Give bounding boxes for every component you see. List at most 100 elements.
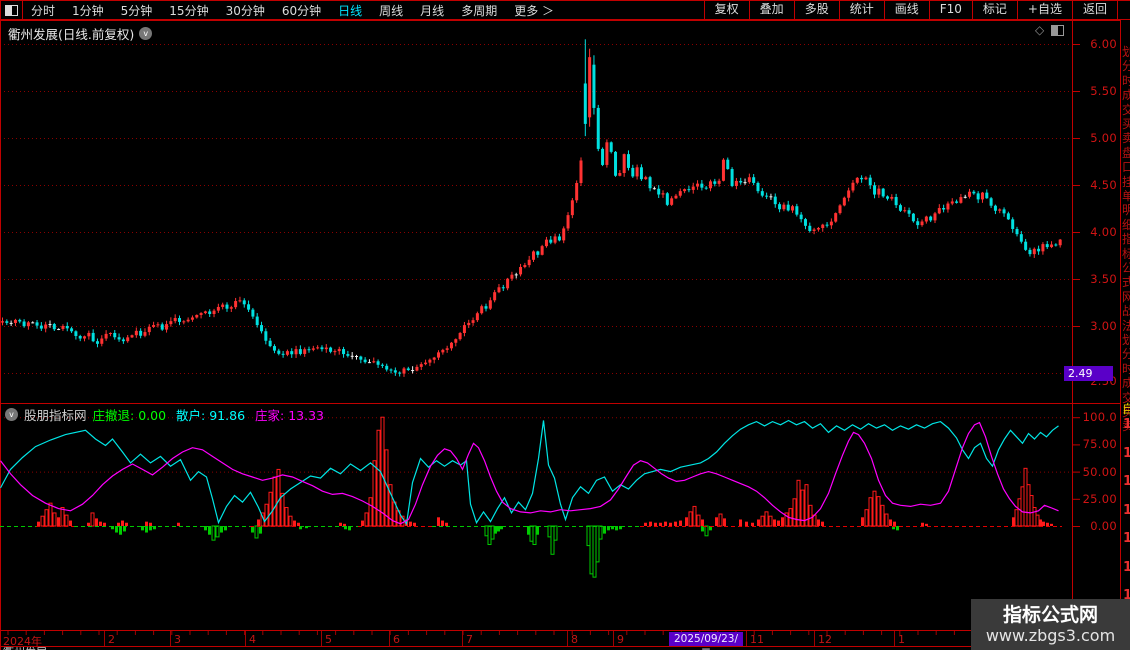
date-axis-marker: 2025/09/23/二 bbox=[669, 632, 743, 650]
diamond-icon[interactable]: ◇ bbox=[1035, 24, 1044, 36]
split-pane-icon bbox=[5, 4, 18, 16]
frame-borders bbox=[0, 0, 1130, 650]
price-tick-5.50: 5.50 bbox=[1090, 84, 1117, 98]
clipped-side-panel-text: 公 bbox=[1122, 261, 1130, 275]
clipped-side-panel-text: 买 bbox=[1122, 117, 1130, 131]
month-label-12: 12 bbox=[818, 633, 832, 646]
tool-button-6[interactable]: F10 bbox=[928, 0, 972, 20]
clipped-side-panel-text: 划 bbox=[1122, 45, 1130, 59]
clipped-side-panel-text: 标 bbox=[1122, 246, 1130, 261]
period-tab-2[interactable]: 1分钟 bbox=[72, 2, 104, 19]
indicator-header: v 股朋指标网 庄撤退: 0.00 散户: 91.86 庄家: 13.33 bbox=[5, 405, 334, 424]
month-label-9: 9 bbox=[617, 633, 624, 646]
clipped-side-panel-number: 1 bbox=[1123, 474, 1130, 489]
indicator-lines bbox=[0, 419, 1059, 526]
price-tick-5.00: 5.00 bbox=[1090, 131, 1117, 145]
price-tick-3.50: 3.50 bbox=[1090, 272, 1117, 286]
month-label-3: 3 bbox=[174, 633, 181, 646]
watermark-url: www.zbgs3.com bbox=[985, 625, 1116, 645]
indicator-legend: 庄撤退: 0.00 散户: 91.86 庄家: 13.33 bbox=[93, 405, 335, 424]
tool-button-7[interactable]: 标记 bbox=[971, 0, 1017, 20]
month-label-7: 7 bbox=[466, 633, 473, 646]
tool-button-5[interactable]: 画线 bbox=[883, 0, 929, 20]
month-label-11: 11 bbox=[750, 633, 764, 646]
indicator-tick-100.0: 100.0 bbox=[1082, 410, 1117, 425]
tool-button-4[interactable]: 统计 bbox=[838, 0, 884, 20]
clipped-side-panel-text: 时 bbox=[1122, 361, 1130, 376]
window-layout-button[interactable] bbox=[0, 0, 23, 20]
indicator-name: 股朋指标网 bbox=[24, 408, 87, 423]
split-pane-icon[interactable] bbox=[1051, 24, 1065, 36]
clipped-side-panel-text: 时 bbox=[1122, 73, 1130, 88]
clipped-side-panel-badge: 自 bbox=[1122, 402, 1130, 416]
clipped-side-panel[interactable]: 划分时成交买卖盘口挂单明细指标公式网战法划分时成交买卖 bbox=[1121, 0, 1130, 650]
tool-button-9[interactable]: 返回 bbox=[1071, 0, 1118, 20]
month-label-1: 1 bbox=[898, 633, 905, 646]
price-tick-3.00: 3.00 bbox=[1090, 319, 1117, 333]
clipped-side-panel-text: 口 bbox=[1122, 160, 1130, 175]
month-label-4: 4 bbox=[249, 633, 256, 646]
period-tab-8[interactable]: 周线 bbox=[379, 2, 403, 19]
clipped-side-panel-number: 1 bbox=[1123, 559, 1130, 575]
price-axis-marker: 2.49 bbox=[1064, 366, 1113, 381]
clipped-side-panel-number: 1 bbox=[1123, 445, 1130, 461]
clipped-side-panel-text: 细 bbox=[1122, 217, 1130, 232]
chart-corner-icons: ◇ bbox=[1035, 24, 1065, 36]
clipped-side-panel-text: 指 bbox=[1122, 232, 1130, 247]
clipped-side-panel-text: 式 bbox=[1122, 275, 1130, 290]
month-label-6: 6 bbox=[393, 633, 400, 646]
chevron-down-icon[interactable]: v bbox=[139, 27, 153, 40]
clipped-side-panel-text: 分 bbox=[1122, 59, 1130, 74]
tool-button-3[interactable]: 多股 bbox=[793, 0, 839, 20]
indicator-histograms bbox=[37, 416, 1053, 578]
clipped-side-panel-text: 明 bbox=[1122, 203, 1130, 218]
clipped-side-panel-text: 战 bbox=[1122, 304, 1130, 319]
indicator-tick-50.00: 50.00 bbox=[1082, 464, 1117, 479]
clipped-side-panel-text: 盘 bbox=[1122, 145, 1130, 160]
clipped-side-panel-text: 挂 bbox=[1122, 174, 1130, 189]
period-tab-4[interactable]: 15分钟 bbox=[169, 2, 208, 19]
indicator-tick-75.00: 75.00 bbox=[1082, 437, 1117, 452]
clipped-side-panel-text: 网 bbox=[1122, 289, 1130, 304]
month-label-5: 5 bbox=[325, 633, 332, 646]
period-tab-7[interactable]: 日线 bbox=[338, 2, 362, 19]
clipped-side-panel-text: 划 bbox=[1122, 333, 1130, 347]
chevron-down-icon[interactable]: v bbox=[5, 408, 18, 421]
legend-item-3: 庄家: 13.33 bbox=[255, 408, 325, 423]
month-label-2: 2 bbox=[108, 633, 115, 646]
stock-app-window: 分时 1分钟 5分钟 15分钟 30分钟 60分钟 日线 周线 月线 多周期 更多 ＞ 复权 叠加 多股… bbox=[0, 0, 1130, 650]
clipped-side-panel-text: 成 bbox=[1122, 376, 1130, 391]
chart-title-row: 衢州发展(日线.前复权) v bbox=[8, 24, 153, 43]
page-title: 衢州发展(日线.前复权) bbox=[8, 27, 135, 42]
tool-button-8[interactable]: +自选 bbox=[1016, 0, 1072, 20]
period-tab-11[interactable]: 更多 ＞ bbox=[514, 2, 554, 19]
clipped-side-panel-text: 卖 bbox=[1122, 131, 1130, 146]
period-tab-1[interactable]: 分时 bbox=[31, 2, 55, 19]
clipped-side-panel-text: 交 bbox=[1122, 102, 1130, 117]
clipped-side-panel-number: 1 bbox=[1123, 417, 1130, 432]
indicator-line-庄家 bbox=[0, 421, 1059, 525]
watermark: 指标公式网 www.zbgs3.com bbox=[971, 599, 1130, 650]
clipped-side-panel-number: 1 bbox=[1123, 531, 1130, 546]
month-label-8: 8 bbox=[571, 633, 578, 646]
period-tab-6[interactable]: 60分钟 bbox=[282, 2, 321, 19]
indicator-line-散户 bbox=[0, 419, 1059, 526]
period-tab-3[interactable]: 5分钟 bbox=[121, 2, 153, 19]
tool-button-1[interactable]: 复权 bbox=[703, 0, 749, 20]
tool-buttons: 复权 叠加 多股 统计 画线 F10 标记 +自选 返回 bbox=[703, 0, 1118, 20]
clipped-side-panel-text: 法 bbox=[1122, 318, 1130, 333]
chart-canvas[interactable] bbox=[0, 0, 1130, 650]
period-tab-9[interactable]: 月线 bbox=[420, 2, 444, 19]
clipped-side-panel-text: 分 bbox=[1122, 347, 1130, 362]
legend-item-1: 庄撤退: 0.00 bbox=[92, 408, 167, 423]
period-tabs: 分时 1分钟 5分钟 15分钟 30分钟 60分钟 日线 周线 月线 多周期 更多 ＞ bbox=[31, 2, 554, 19]
indicator-tick-25.00: 25.00 bbox=[1082, 491, 1117, 506]
indicator-tick-0.00: 0.00 bbox=[1090, 519, 1117, 533]
tool-button-2[interactable]: 叠加 bbox=[748, 0, 794, 20]
period-tab-10[interactable]: 多周期 bbox=[461, 2, 497, 19]
month-label-2024年: 2024年 bbox=[3, 635, 42, 648]
clipped-side-panel-number: 1 bbox=[1123, 502, 1130, 518]
period-tab-5[interactable]: 30分钟 bbox=[226, 2, 265, 19]
top-toolbar: 分时 1分钟 5分钟 15分钟 30分钟 60分钟 日线 周线 月线 多周期 更多 ＞ 复权 叠加 多股… bbox=[0, 0, 1130, 20]
watermark-title: 指标公式网 bbox=[1002, 603, 1098, 626]
